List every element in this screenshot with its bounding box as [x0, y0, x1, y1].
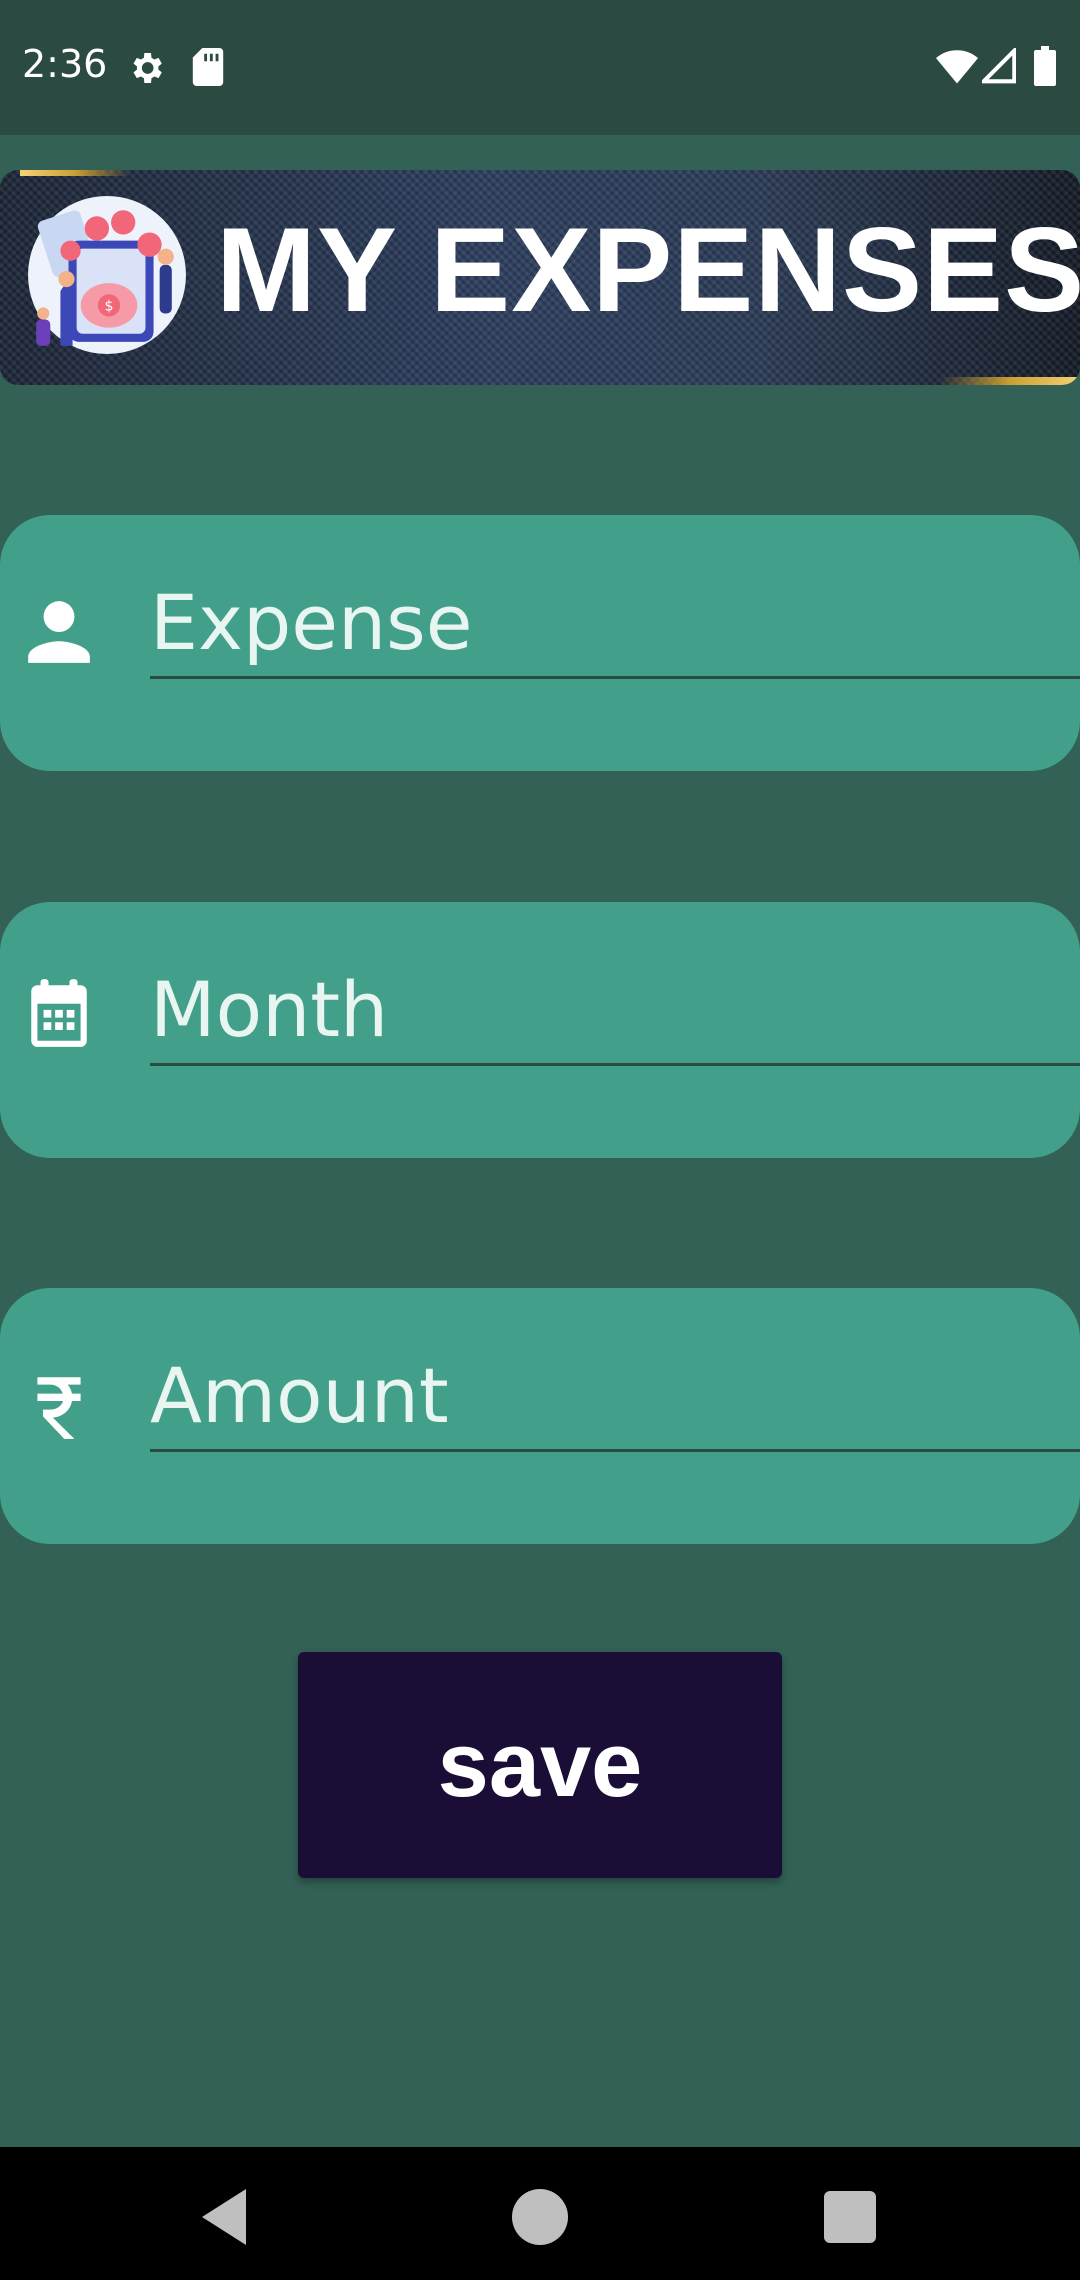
back-icon[interactable] [186, 2177, 266, 2257]
home-icon[interactable] [500, 2177, 580, 2257]
amount-input[interactable] [150, 1342, 1080, 1452]
expense-field-card [0, 515, 1080, 771]
expense-input[interactable] [150, 569, 1080, 679]
banner-decoration [940, 377, 1080, 385]
amount-field-card [0, 1288, 1080, 1544]
app-title: MY EXPENSES [216, 203, 1080, 337]
header-banner: $ MY EXPENSES [0, 170, 1080, 385]
banner-decoration [20, 170, 130, 176]
month-field-card [0, 902, 1080, 1158]
navigation-bar [0, 2147, 1080, 2280]
signal-icon [982, 48, 1016, 84]
status-time: 2:36 [22, 42, 108, 86]
wifi-icon [936, 50, 978, 84]
settings-icon [133, 53, 162, 83]
save-button[interactable]: save [298, 1652, 782, 1878]
sd-card-icon [192, 48, 224, 86]
month-input[interactable] [150, 956, 1080, 1066]
person-icon [28, 601, 90, 663]
svg-text:$: $ [105, 298, 114, 314]
battery-icon [1034, 46, 1056, 86]
calendar-icon [31, 979, 87, 1047]
recents-icon[interactable] [810, 2177, 890, 2257]
rupee-icon [37, 1377, 81, 1439]
expenses-illustration-icon: $ [28, 196, 186, 354]
status-bar: 2:36 [0, 0, 1080, 135]
